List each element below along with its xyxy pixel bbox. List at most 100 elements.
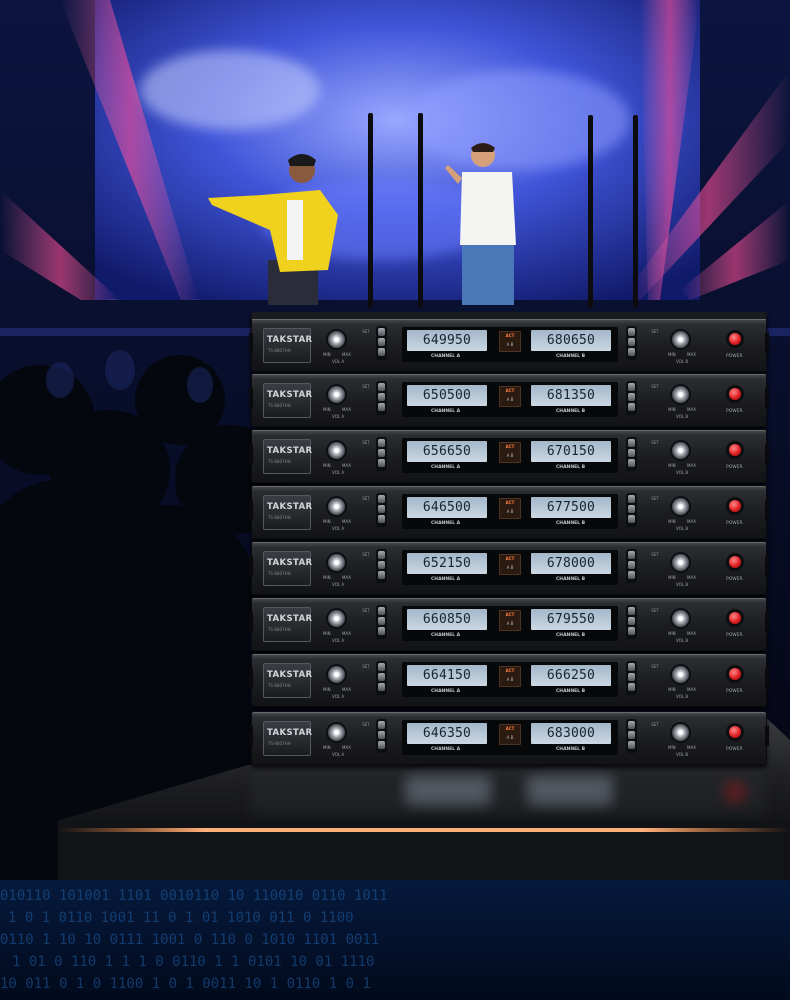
- adjust-button[interactable]: [628, 495, 635, 503]
- adjust-button[interactable]: [628, 607, 635, 615]
- max-label: MAX: [342, 687, 351, 692]
- power-button-icon[interactable]: [726, 330, 744, 348]
- volume-knob-icon[interactable]: [672, 666, 689, 683]
- channel-a-buttons[interactable]: [376, 661, 387, 695]
- adjust-button[interactable]: [378, 328, 385, 336]
- volume-knob-icon[interactable]: [672, 554, 689, 571]
- adjust-button[interactable]: [378, 403, 385, 411]
- adjust-button[interactable]: [378, 561, 385, 569]
- adjust-button[interactable]: [378, 741, 385, 749]
- adjust-button[interactable]: [628, 627, 635, 635]
- adjust-button[interactable]: [628, 403, 635, 411]
- vol-b-label: VOL B: [676, 694, 689, 699]
- volume-knob-icon[interactable]: [328, 498, 345, 515]
- adjust-button[interactable]: [628, 683, 635, 691]
- adjust-button[interactable]: [378, 338, 385, 346]
- adjust-button[interactable]: [378, 731, 385, 739]
- volume-knob-icon[interactable]: [672, 498, 689, 515]
- adjust-button[interactable]: [628, 515, 635, 523]
- channel-a-buttons[interactable]: [376, 381, 387, 415]
- adjust-button[interactable]: [628, 449, 635, 457]
- adjust-button[interactable]: [378, 459, 385, 467]
- adjust-button[interactable]: [378, 571, 385, 579]
- adjust-button[interactable]: [628, 673, 635, 681]
- power-button-icon[interactable]: [726, 385, 744, 403]
- volume-knob-icon[interactable]: [672, 724, 689, 741]
- adjust-button[interactable]: [378, 551, 385, 559]
- channel-a-buttons[interactable]: [376, 437, 387, 471]
- adjust-button[interactable]: [628, 383, 635, 391]
- ab-label: A B: [506, 735, 514, 740]
- channel-a-frequency: 664150: [407, 665, 487, 686]
- volume-knob-icon[interactable]: [328, 442, 345, 459]
- adjust-button[interactable]: [628, 617, 635, 625]
- product-banner: 010110 101001 1101 0010110 10 110010 011…: [0, 0, 790, 1000]
- power-button-icon[interactable]: [726, 609, 744, 627]
- adjust-button[interactable]: [628, 459, 635, 467]
- brand-logo: TAKSTAR: [267, 335, 313, 345]
- receiver-unit: TAKSTAR TS-8807HH MIN MAX VOL A SET 646500 ACT A…: [249, 485, 769, 539]
- adjust-button[interactable]: [628, 393, 635, 401]
- volume-knob-icon[interactable]: [328, 554, 345, 571]
- volume-knob-icon[interactable]: [672, 386, 689, 403]
- adjust-button[interactable]: [628, 663, 635, 671]
- adjust-button[interactable]: [378, 627, 385, 635]
- adjust-button[interactable]: [378, 515, 385, 523]
- channel-a-buttons[interactable]: [376, 326, 387, 360]
- volume-knob-icon[interactable]: [328, 386, 345, 403]
- adjust-button[interactable]: [628, 338, 635, 346]
- adjust-button[interactable]: [378, 607, 385, 615]
- channel-b-buttons[interactable]: [626, 549, 637, 583]
- adjust-button[interactable]: [378, 348, 385, 356]
- adjust-button[interactable]: [628, 731, 635, 739]
- adjust-button[interactable]: [378, 439, 385, 447]
- channel-a-buttons[interactable]: [376, 493, 387, 527]
- channel-b-buttons[interactable]: [626, 381, 637, 415]
- adjust-button[interactable]: [378, 617, 385, 625]
- adjust-button[interactable]: [378, 393, 385, 401]
- adjust-button[interactable]: [378, 673, 385, 681]
- adjust-button[interactable]: [378, 495, 385, 503]
- power-button-icon[interactable]: [726, 723, 744, 741]
- adjust-button[interactable]: [628, 439, 635, 447]
- channel-b-buttons[interactable]: [626, 661, 637, 695]
- vol-b-label: VOL B: [676, 414, 689, 419]
- adjust-button[interactable]: [628, 741, 635, 749]
- volume-knob-icon[interactable]: [672, 331, 689, 348]
- channel-b-buttons[interactable]: [626, 326, 637, 360]
- adjust-button[interactable]: [628, 551, 635, 559]
- volume-knob-icon[interactable]: [328, 610, 345, 627]
- adjust-button[interactable]: [378, 383, 385, 391]
- adjust-button[interactable]: [378, 505, 385, 513]
- vol-b-label: VOL B: [676, 638, 689, 643]
- adjust-button[interactable]: [628, 348, 635, 356]
- volume-knob-icon[interactable]: [328, 331, 345, 348]
- channel-b-buttons[interactable]: [626, 719, 637, 753]
- receiver-unit: TAKSTAR TS-8807HH MIN MAX VOL A SET 660850 ACT A…: [249, 597, 769, 651]
- channel-a-buttons[interactable]: [376, 549, 387, 583]
- power-button-icon[interactable]: [726, 441, 744, 459]
- volume-knob-icon[interactable]: [328, 724, 345, 741]
- adjust-button[interactable]: [378, 683, 385, 691]
- adjust-button[interactable]: [628, 721, 635, 729]
- volume-knob-icon[interactable]: [672, 442, 689, 459]
- adjust-button[interactable]: [378, 663, 385, 671]
- power-button-icon[interactable]: [726, 497, 744, 515]
- channel-b-buttons[interactable]: [626, 437, 637, 471]
- power-button-icon[interactable]: [726, 665, 744, 683]
- channel-a-buttons[interactable]: [376, 719, 387, 753]
- adjust-button[interactable]: [378, 721, 385, 729]
- adjust-button[interactable]: [628, 328, 635, 336]
- channel-a-buttons[interactable]: [376, 605, 387, 639]
- set-label: SET: [651, 664, 659, 669]
- adjust-button[interactable]: [628, 571, 635, 579]
- channel-b-buttons[interactable]: [626, 605, 637, 639]
- adjust-button[interactable]: [628, 561, 635, 569]
- channel-b-buttons[interactable]: [626, 493, 637, 527]
- volume-knob-icon[interactable]: [672, 610, 689, 627]
- adjust-button[interactable]: [378, 449, 385, 457]
- volume-knob-icon[interactable]: [328, 666, 345, 683]
- adjust-button[interactable]: [628, 505, 635, 513]
- power-button-icon[interactable]: [726, 553, 744, 571]
- receiver-unit: TAKSTAR TS-8807HH MIN MAX VOL A SET 646350 ACT A…: [249, 711, 769, 765]
